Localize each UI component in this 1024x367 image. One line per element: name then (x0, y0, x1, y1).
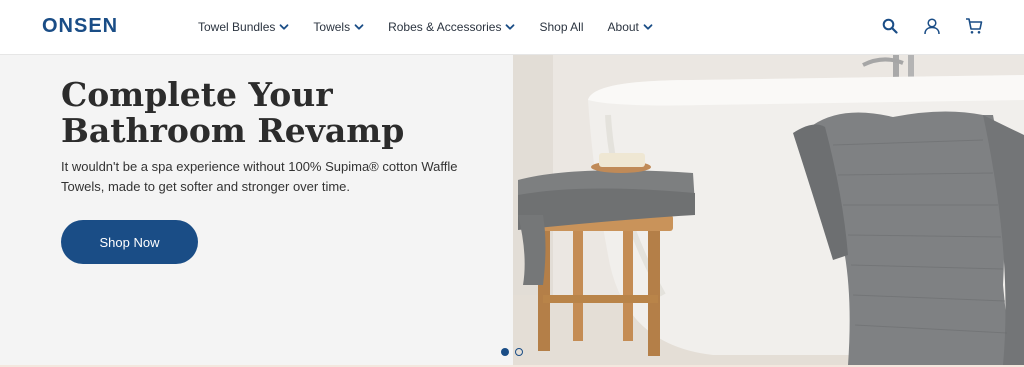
chevron-down-icon (643, 22, 653, 32)
main-nav: Towel Bundles Towels Robes & Accessories… (198, 0, 677, 54)
account-icon[interactable] (922, 16, 942, 36)
chevron-down-icon (279, 22, 289, 32)
search-icon[interactable] (880, 16, 900, 36)
hero-text-panel: Complete Your Bathroom Revamp It wouldn'… (0, 55, 513, 365)
nav-item-towels[interactable]: Towels (313, 20, 364, 34)
nav-item-shop-all[interactable]: Shop All (539, 20, 583, 34)
hero-image (513, 55, 1024, 365)
carousel-dot-2[interactable] (515, 348, 523, 356)
carousel-dot-1[interactable] (501, 348, 509, 356)
nav-item-label: Towel Bundles (198, 20, 276, 34)
hero-title: Complete Your Bathroom Revamp (61, 75, 405, 150)
shop-now-button[interactable]: Shop Now (61, 220, 198, 264)
nav-item-label: About (607, 20, 639, 34)
site-header: ONSEN Towel Bundles Towels Robes & Acces… (0, 0, 1024, 55)
chevron-down-icon (505, 22, 515, 32)
nav-item-robes-accessories[interactable]: Robes & Accessories (388, 20, 515, 34)
hero-banner: Complete Your Bathroom Revamp It wouldn'… (0, 55, 1024, 365)
nav-item-label: Towels (313, 20, 351, 34)
bathtub-with-waffle-towels-photo (513, 55, 1024, 365)
carousel-dots (501, 348, 523, 356)
nav-item-label: Robes & Accessories (388, 20, 502, 34)
nav-item-label: Shop All (539, 20, 584, 34)
hero-subtitle: It wouldn't be a spa experience without … (61, 159, 458, 194)
brand-logo[interactable]: ONSEN (42, 15, 118, 38)
cart-icon[interactable] (964, 16, 984, 36)
nav-item-towel-bundles[interactable]: Towel Bundles (198, 20, 289, 34)
header-icons (880, 16, 984, 36)
chevron-down-icon (354, 22, 364, 32)
nav-item-about[interactable]: About (608, 20, 653, 34)
